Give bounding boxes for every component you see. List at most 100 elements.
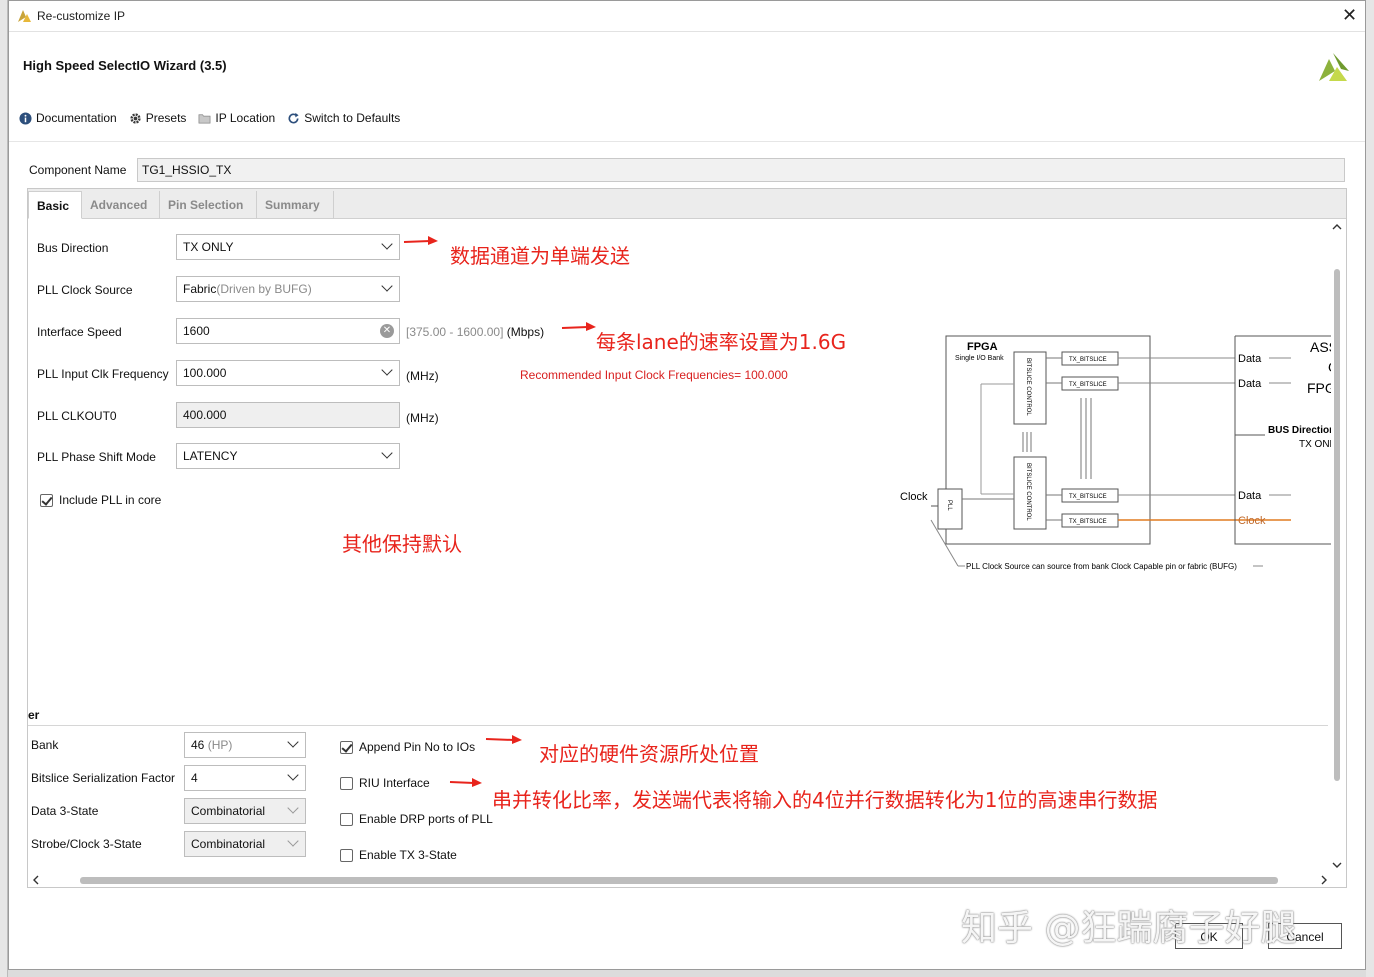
gear-icon	[130, 112, 141, 124]
clear-icon[interactable]: ✕	[380, 324, 394, 338]
interface-speed-input[interactable]: 1600 ✕	[176, 318, 400, 344]
window-title: Re-customize IP	[37, 9, 126, 23]
diagram-bitslice-control-bottom: BITSLICE CONTROL	[1025, 463, 1031, 521]
pll-input-clk-value: 100.000	[183, 366, 227, 380]
ip-location-button[interactable]: IP Location	[198, 111, 275, 125]
background-window-edge-right	[1366, 0, 1374, 977]
diagram-data-2: Data	[1238, 378, 1262, 390]
scroll-down-icon[interactable]	[1332, 861, 1342, 869]
pll-input-clk-unit: (MHz)	[406, 369, 439, 383]
section-divider	[28, 725, 1328, 726]
checkbox-checked-icon	[40, 493, 53, 507]
ip-location-label: IP Location	[215, 111, 276, 125]
chevron-down-icon	[287, 736, 299, 748]
interface-speed-range-unit: [375.00 - 1600.00] (Mbps)	[406, 325, 544, 339]
scroll-left-icon[interactable]	[32, 875, 40, 885]
pll-phase-shift-select[interactable]: LATENCY	[176, 443, 400, 469]
diagram-clock-in-label: Clock	[900, 491, 928, 503]
annotation-keep-defaults: 其他保持默认	[342, 532, 462, 556]
checkbox-icon	[340, 776, 353, 790]
switch-to-defaults-button[interactable]: Switch to Defaults	[287, 111, 400, 125]
presets-button[interactable]: Presets	[129, 111, 187, 125]
data-3state-value: Combinatorial	[191, 804, 266, 818]
pll-clkout0-label: PLL CLKOUT0	[37, 409, 117, 423]
tab-basic[interactable]: Basic	[28, 191, 82, 219]
close-icon[interactable]: ✕	[1342, 5, 1357, 26]
bus-diagram: FPGA Single I/O Bank BITSLICE CONTROL BI…	[900, 335, 1331, 571]
vertical-scroll-thumb[interactable]	[1334, 269, 1340, 781]
diagram-tx-bitslice-1: TX_BITSLICE	[1069, 357, 1107, 363]
diagram-bus-direction-label: BUS Direction:	[1268, 425, 1331, 436]
diagram-pll-label: PLL	[946, 500, 952, 511]
arrow-icon	[485, 735, 522, 744]
documentation-button[interactable]: Documentation	[19, 111, 117, 125]
chevron-down-icon	[287, 835, 299, 847]
interface-speed-unit: (Mbps)	[506, 325, 545, 339]
pll-phase-shift-value: LATENCY	[183, 449, 238, 463]
pll-clock-source-hint: (Driven by BUFG)	[216, 282, 312, 296]
chevron-down-icon	[381, 280, 393, 292]
arrow-icon	[561, 322, 596, 331]
bank-label: Bank	[31, 738, 59, 752]
switch-to-defaults-label: Switch to Defaults	[304, 111, 401, 125]
pll-clkout0-unit: (MHz)	[406, 411, 439, 425]
presets-label: Presets	[145, 111, 187, 125]
strobe-3state-select: Combinatorial	[184, 831, 306, 857]
enable-tx3state-checkbox[interactable]: Enable TX 3-State	[340, 848, 457, 862]
horizontal-scrollbar[interactable]	[28, 872, 1346, 888]
diagram-fpga2-label: FPGA	[1307, 380, 1331, 396]
include-pll-label: Include PLL in core	[59, 493, 162, 507]
diagram-note: PLL Clock Source can source from bank Cl…	[966, 562, 1237, 571]
serialization-factor-label: Bitslice Serialization Factor	[31, 771, 176, 785]
diagram-assp-label: ASSP	[1310, 339, 1331, 355]
pll-clock-source-value: Fabric	[183, 282, 217, 296]
riu-interface-checkbox[interactable]: RIU Interface	[340, 776, 430, 790]
bus-direction-label: Bus Direction	[37, 241, 109, 255]
append-pin-checkbox[interactable]: Append Pin No to IOs	[340, 740, 475, 754]
refresh-icon	[288, 112, 299, 123]
folder-icon	[198, 113, 211, 124]
strobe-3state-label: Strobe/Clock 3-State	[31, 837, 142, 851]
pll-clock-source-label: PLL Clock Source	[37, 283, 133, 297]
strobe-3state-value: Combinatorial	[191, 837, 266, 851]
pll-clock-source-select[interactable]: Fabric(Driven by BUFG)	[176, 276, 400, 302]
pll-input-clk-select[interactable]: 100.000	[176, 360, 400, 386]
wizard-title: High Speed SelectIO Wizard (3.5)	[23, 58, 227, 73]
riu-interface-label: RIU Interface	[359, 776, 430, 790]
scroll-right-icon[interactable]	[1320, 875, 1328, 885]
annotation-serialization: 串并转化比率，发送端代表将输入的4位并行数据转化为1位的高速串行数据	[492, 788, 1158, 812]
vertical-scrollbar[interactable]	[1330, 221, 1344, 873]
scroll-up-icon[interactable]	[1332, 223, 1342, 231]
diagram-data-1: Data	[1238, 353, 1262, 365]
pll-phase-shift-label: PLL Phase Shift Mode	[37, 450, 156, 464]
component-name-label: Component Name	[29, 163, 127, 177]
enable-drp-checkbox[interactable]: Enable DRP ports of PLL	[340, 812, 493, 826]
enable-drp-label: Enable DRP ports of PLL	[359, 812, 493, 826]
diagram-data-3: Data	[1238, 490, 1262, 502]
bank-select[interactable]: 46 (HP)	[184, 732, 306, 758]
annotation-bus-direction: 数据通道为单端发送	[450, 244, 630, 268]
tab-summary[interactable]: Summary	[257, 191, 334, 219]
bus-direction-value: TX ONLY	[183, 240, 234, 254]
tab-advanced[interactable]: Advanced	[82, 191, 160, 219]
tab-bar: Basic Advanced Pin Selection Summary	[28, 189, 1346, 219]
tab-pin-selection[interactable]: Pin Selection	[160, 191, 257, 219]
configuration-panel: Basic Advanced Pin Selection Summary Bus…	[27, 188, 1347, 888]
pll-clkout0-field: 400.000	[176, 402, 400, 428]
pll-input-clk-label: PLL Input Clk Frequency	[37, 367, 169, 381]
chevron-down-icon	[287, 802, 299, 814]
component-name-input[interactable]: TG1_HSSIO_TX	[137, 158, 1345, 182]
include-pll-checkbox[interactable]: Include PLL in core	[40, 493, 161, 507]
bus-direction-select[interactable]: TX ONLY	[176, 234, 400, 260]
horizontal-scroll-thumb[interactable]	[80, 877, 1278, 884]
bank-value: 46	[191, 738, 205, 752]
serialization-factor-select[interactable]: 4	[184, 765, 306, 791]
data-3state-label: Data 3-State	[31, 804, 99, 818]
diagram-clock-out-label: Clock	[1238, 515, 1266, 527]
xilinx-logo-icon	[1319, 53, 1349, 81]
annotation-bank: 对应的硬件资源所处位置	[539, 742, 759, 766]
diagram-bank-label: Single I/O Bank	[955, 355, 1004, 362]
serialization-factor-value: 4	[191, 771, 198, 785]
bank-hint: (HP)	[207, 738, 233, 752]
diagram-bitslice-control-top: BITSLICE CONTROL	[1025, 358, 1031, 416]
